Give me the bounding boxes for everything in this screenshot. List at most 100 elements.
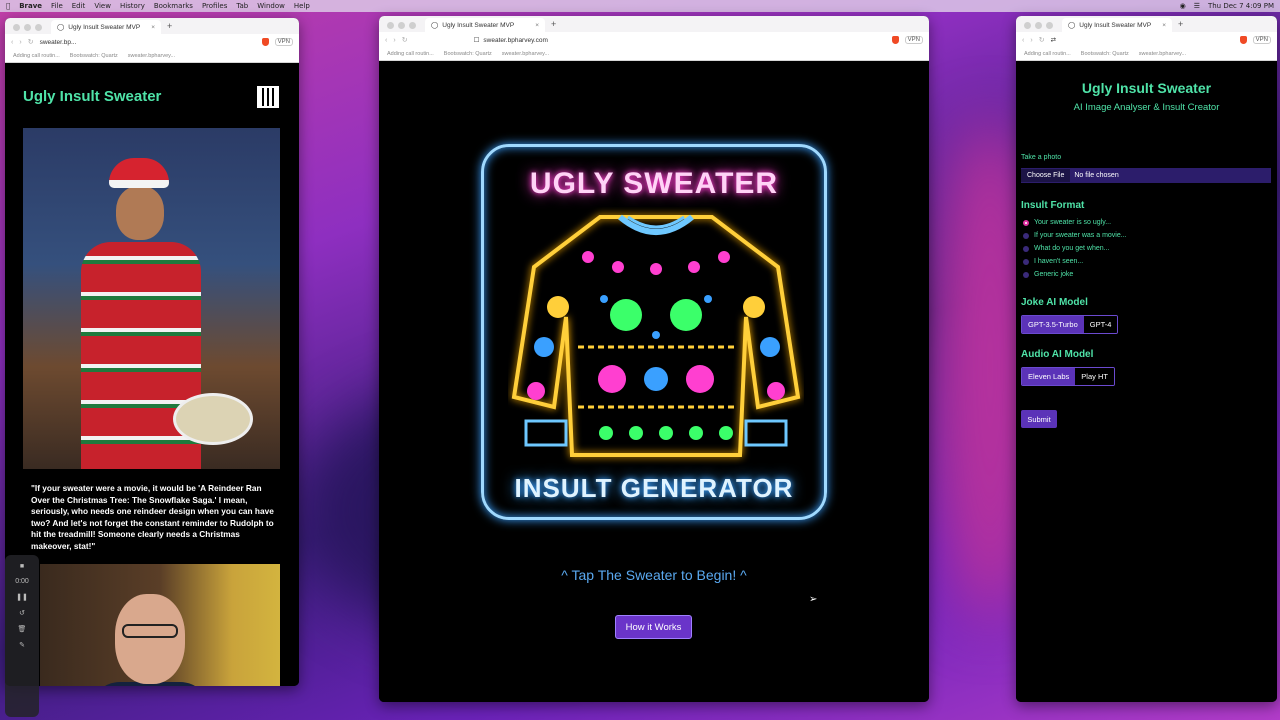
bookmark-item[interactable]: Adding call routin...	[13, 53, 60, 59]
bookmark-item[interactable]: Adding call routin...	[387, 51, 434, 57]
video-preview	[40, 564, 280, 686]
how-it-works-button[interactable]: How it Works	[615, 615, 692, 639]
forward-icon[interactable]: ›	[393, 37, 395, 44]
back-icon[interactable]: ‹	[11, 39, 13, 46]
stop-icon[interactable]: ■	[20, 563, 24, 570]
tab-title: Ugly Insult Sweater MVP	[1079, 21, 1152, 29]
new-tab-icon[interactable]: +	[1178, 19, 1183, 29]
close-tab-icon[interactable]: ×	[151, 24, 155, 31]
brave-shield-icon[interactable]	[1239, 36, 1247, 44]
radio-icon[interactable]	[1023, 245, 1029, 252]
address-bar[interactable]: sweater.bpharvey.com	[483, 37, 548, 44]
vpn-button[interactable]: VPN	[904, 36, 923, 44]
pause-icon[interactable]: ❚❚	[16, 593, 28, 601]
menu-view[interactable]: View	[94, 2, 111, 10]
vpn-button[interactable]: VPN	[1252, 36, 1271, 44]
menu-history[interactable]: History	[120, 2, 145, 10]
browser-tab[interactable]: ◯ Ugly Insult Sweater MVP ×	[1062, 18, 1172, 32]
choose-file-button[interactable]: Choose File	[1021, 169, 1071, 182]
option-label: Your sweater is so ugly...	[1034, 219, 1112, 226]
menu-file[interactable]: File	[51, 2, 63, 10]
page-title: Ugly Insult Sweater	[1081, 80, 1212, 96]
back-icon[interactable]: ‹	[1022, 37, 1024, 44]
insult-format-heading: Insult Format	[1021, 200, 1085, 211]
menu-app-name[interactable]: Brave	[19, 2, 42, 10]
page-subtitle: AI Image Analyser & Insult Creator	[1073, 102, 1220, 113]
trash-icon[interactable]: 🗑	[18, 625, 27, 633]
bookmark-icon[interactable]: ☐	[474, 36, 480, 44]
browser-window-left: ◯ Ugly Insult Sweater MVP × + ‹ › ↻ swea…	[5, 18, 299, 686]
apple-icon[interactable]: 	[6, 2, 10, 10]
globe-icon: ◯	[431, 22, 439, 29]
file-status: No file chosen	[1074, 172, 1119, 179]
insult-option[interactable]: What do you get when...	[1023, 245, 1110, 252]
address-bar[interactable]: ⇄	[1051, 36, 1056, 44]
browser-window-right: ◯ Ugly Insult Sweater MVP × + ‹ › ↻ ⇄ VP…	[1016, 16, 1277, 702]
insult-option[interactable]: Generic joke	[1023, 271, 1073, 278]
neon-sweater-icon	[511, 214, 801, 457]
reload-icon[interactable]: ↻	[402, 36, 408, 44]
file-input[interactable]: Choose File No file chosen	[1021, 168, 1271, 183]
address-bar[interactable]: sweater.bp...	[40, 39, 77, 46]
new-tab-icon[interactable]: +	[167, 21, 172, 31]
option-label: Generic joke	[1034, 271, 1074, 278]
radio-icon[interactable]	[1023, 232, 1029, 239]
user-photo	[23, 128, 280, 469]
bookmark-item[interactable]: Bootswatch: Quartz	[444, 51, 492, 57]
menu-help[interactable]: Help	[294, 2, 310, 10]
face-image	[116, 186, 164, 240]
reload-icon[interactable]: ↻	[28, 38, 34, 46]
vpn-button[interactable]: VPN	[274, 38, 293, 46]
reload-icon[interactable]: ↻	[1039, 36, 1045, 44]
eleven-labs-button[interactable]: Eleven Labs	[1022, 368, 1076, 385]
santa-hat-image	[109, 158, 169, 188]
tab-title: Ugly Insult Sweater MVP	[68, 23, 141, 31]
bookmark-item[interactable]: Bootswatch: Quartz	[1081, 51, 1129, 57]
brave-shield-icon[interactable]	[261, 38, 269, 46]
bookmark-item[interactable]: Bootswatch: Quartz	[70, 53, 118, 59]
option-label: If your sweater was a movie...	[1034, 232, 1127, 239]
browser-window-center: ◯ Ugly Insult Sweater MVP × + ‹ › ↻ ☐ sw…	[379, 16, 929, 702]
menu-edit[interactable]: Edit	[72, 2, 86, 10]
menu-window[interactable]: Window	[257, 2, 285, 10]
insult-text: "If your sweater were a movie, it would …	[31, 483, 274, 551]
radio-icon[interactable]	[1023, 271, 1029, 278]
insult-option[interactable]: If your sweater was a movie...	[1023, 232, 1127, 239]
bookmark-item[interactable]: sweater.bpharvey...	[128, 53, 175, 59]
radio-icon[interactable]	[1023, 258, 1029, 265]
menu-bookmarks[interactable]: Bookmarks	[154, 2, 193, 10]
browser-tab[interactable]: ◯ Ugly Insult Sweater MVP ×	[51, 20, 161, 34]
tap-instruction: ^ Tap The Sweater to Begin! ^	[561, 567, 747, 583]
control-center-icon[interactable]: ☰	[1194, 2, 1200, 10]
menu-bar:  Brave File Edit View History Bookmarks…	[0, 0, 1280, 12]
wifi-icon[interactable]: ◉	[1180, 2, 1186, 10]
sweater-sign-button[interactable]: UGLY SWEATER INSULT GENERATOR	[481, 144, 827, 520]
bookmark-item[interactable]: Adding call routin...	[1024, 51, 1071, 57]
play-ht-button[interactable]: Play HT	[1075, 368, 1114, 385]
insult-option[interactable]: Your sweater is so ugly...	[1023, 219, 1111, 226]
submit-button[interactable]: Submit	[1021, 410, 1057, 428]
restart-icon[interactable]: ↺	[19, 609, 25, 617]
gpt4-button[interactable]: GPT-4	[1083, 316, 1118, 333]
gpt35-button[interactable]: GPT-3.5-Turbo	[1022, 316, 1084, 333]
option-label: I haven't seen...	[1034, 258, 1084, 265]
close-tab-icon[interactable]: ×	[1162, 22, 1166, 29]
joke-model-heading: Joke AI Model	[1021, 297, 1088, 308]
bookmark-item[interactable]: sweater.bpharvey...	[1139, 51, 1186, 57]
tab-title: Ugly Insult Sweater MVP	[442, 21, 515, 29]
pen-icon[interactable]: ✎	[19, 641, 25, 649]
menu-profiles[interactable]: Profiles	[202, 2, 227, 10]
browser-tab[interactable]: ◯ Ugly Insult Sweater MVP ×	[425, 18, 545, 32]
radio-selected-icon[interactable]	[1023, 219, 1029, 226]
qr-code	[257, 86, 279, 108]
back-icon[interactable]: ‹	[385, 37, 387, 44]
new-tab-icon[interactable]: +	[551, 19, 556, 29]
insult-option[interactable]: I haven't seen...	[1023, 258, 1083, 265]
clock[interactable]: Thu Dec 7 4:09 PM	[1208, 2, 1274, 10]
forward-icon[interactable]: ›	[1030, 37, 1032, 44]
close-tab-icon[interactable]: ×	[535, 22, 539, 29]
brave-shield-icon[interactable]	[891, 36, 899, 44]
forward-icon[interactable]: ›	[19, 39, 21, 46]
bookmark-item[interactable]: sweater.bpharvey...	[502, 51, 549, 57]
menu-tab[interactable]: Tab	[236, 2, 248, 10]
